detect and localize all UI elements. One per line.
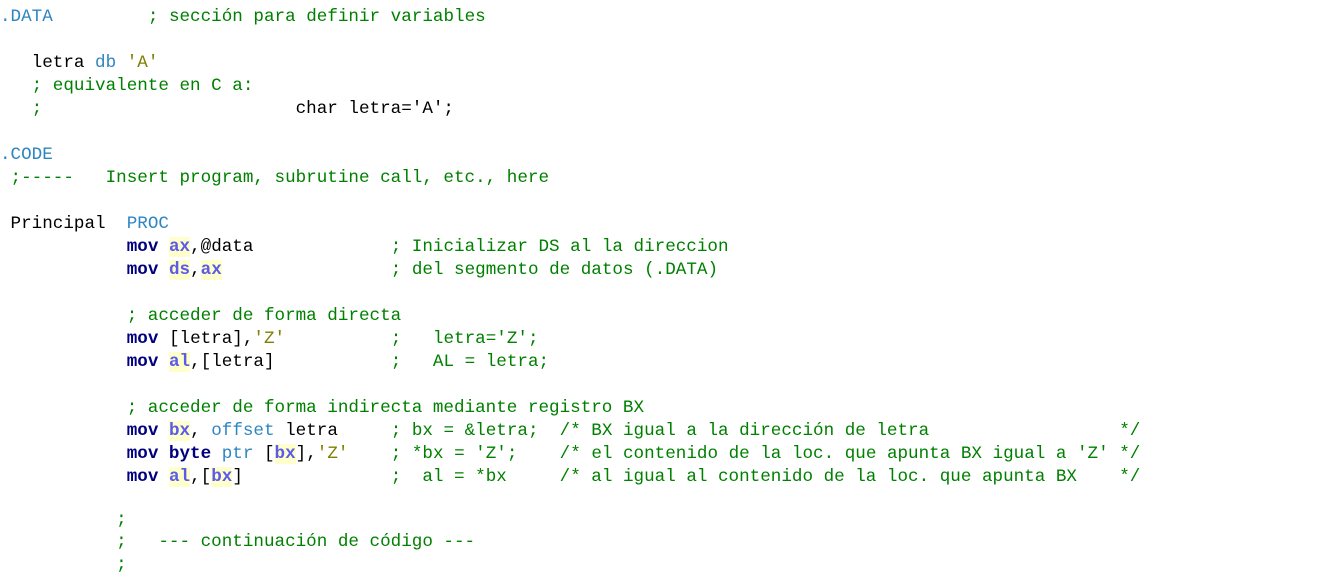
code-text-token: ,[ [190, 467, 212, 487]
comment-token: ; bx = &letra; /* BX igual a la direcció… [390, 421, 1141, 441]
directive-token: PROC [126, 214, 169, 234]
register-token: ax [200, 260, 222, 280]
register-token: ds [168, 260, 191, 280]
comment-token: ; letra='Z'; [390, 329, 539, 349]
operator-keyword-token: offset [211, 421, 275, 441]
comment-token: ;----- Insert program, subrutine call, e… [0, 168, 550, 188]
code-text-token: char letra='A'; [42, 99, 454, 119]
comment-token: ; *bx = 'Z'; /* el contenido de la loc. … [390, 444, 1141, 464]
line-mov-ax-data: mov ax,@data ; Inicializar DS al la dire… [0, 236, 729, 259]
line-mov-letra-z: mov [letra],'Z' ; letra='Z'; [0, 328, 539, 351]
line-data-directive: .DATA ; sección para definir variables [0, 6, 486, 29]
code-text-token: , [190, 421, 212, 441]
directive-token: .CODE [0, 145, 53, 165]
comment-token: ; [0, 510, 127, 530]
keyword-token: mov [126, 352, 159, 372]
line-semicolon-2: ; [0, 554, 127, 577]
line-mov-al-letra: mov al,[letra] ; AL = letra; [0, 351, 549, 374]
comment-token: ; [0, 99, 43, 119]
line-insert-comment: ;----- Insert program, subrutine call, e… [0, 167, 549, 190]
code-editor[interactable]: .DATA ; sección para definir variables l… [0, 0, 1318, 587]
directive-token: .DATA [0, 7, 53, 27]
keyword-token: mov [126, 421, 159, 441]
register-token: ax [168, 237, 191, 257]
string-literal-token: 'A' [126, 53, 159, 73]
register-token: al [168, 467, 191, 487]
register-token: bx [274, 444, 296, 464]
keyword-token: mov [126, 329, 159, 349]
operator-keyword-token: ptr [221, 444, 254, 464]
line-mov-byte-ptr: mov byte ptr [bx],'Z' ; *bx = 'Z'; /* el… [0, 443, 1140, 466]
code-text-token: letra [0, 53, 96, 73]
keyword-token: mov [126, 467, 159, 487]
keyword-token: mov byte [126, 444, 212, 464]
comment-token: ; Inicializar DS al la direccion [390, 237, 729, 257]
line-indirect-comment: ; acceder de forma indirecta mediante re… [0, 397, 644, 420]
comment-token: ; AL = letra; [390, 352, 550, 372]
line-continuation-comment: ; --- continuación de código --- [0, 531, 475, 554]
comment-token: ; acceder de forma directa [0, 306, 402, 326]
string-literal-token: 'Z' [316, 444, 349, 464]
comment-token: ; acceder de forma indirecta mediante re… [0, 398, 645, 418]
line-code-directive: .CODE [0, 144, 53, 167]
keyword-token: mov [126, 260, 159, 280]
comment-token: ; --- continuación de código --- [0, 532, 476, 552]
comment-token: ; al = *bx /* al igual al contenido de l… [390, 467, 1141, 487]
line-mov-al-bx: mov al,[bx] ; al = *bx /* al igual al co… [0, 466, 1140, 489]
keyword-token: mov [126, 237, 159, 257]
code-text-token: Principal [0, 214, 127, 234]
comment-token: ; sección para definir variables [147, 7, 486, 27]
register-token: bx [211, 467, 233, 487]
code-text-token: , [190, 260, 201, 280]
line-equiv-comment: ; equivalente en C a: [0, 75, 254, 98]
comment-token: ; [0, 555, 127, 575]
operator-keyword-token: db [95, 53, 117, 73]
string-literal-token: 'Z' [253, 329, 286, 349]
code-text-token: letra [274, 421, 391, 441]
line-c-decl-comment: ; char letra='A'; [0, 98, 454, 121]
line-mov-bx-offset: mov bx, offset letra ; bx = &letra; /* B… [0, 420, 1140, 443]
code-text-token: ], [295, 444, 317, 464]
comment-token: ; del segmento de datos (.DATA) [390, 260, 719, 280]
code-text-token: ,[letra] [190, 352, 391, 372]
code-text-token: [letra], [158, 329, 254, 349]
code-text-token: ] [232, 467, 391, 487]
register-token: bx [168, 421, 191, 441]
line-mov-ds-ax: mov ds,ax ; del segmento de datos (.DATA… [0, 259, 718, 282]
line-proc-line: Principal PROC [0, 213, 169, 236]
code-text-token: ,@data [190, 237, 391, 257]
line-semicolon-1: ; [0, 509, 127, 532]
register-token: al [168, 352, 191, 372]
line-letra-decl: letra db 'A' [0, 52, 159, 75]
code-text-token: [ [253, 444, 275, 464]
line-direct-comment: ; acceder de forma directa [0, 305, 402, 328]
comment-token: ; equivalente en C a: [0, 76, 254, 96]
